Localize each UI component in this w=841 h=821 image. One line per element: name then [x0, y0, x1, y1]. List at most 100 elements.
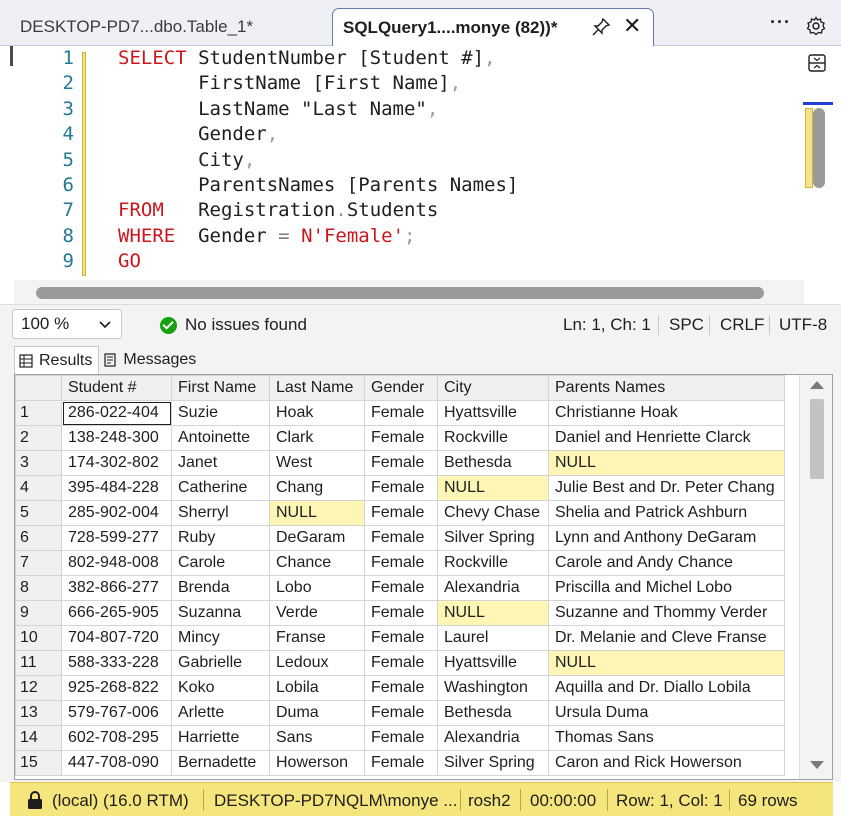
tab-results[interactable]: Results	[14, 346, 100, 374]
table-cell[interactable]: Arlette	[171, 700, 270, 726]
table-row[interactable]: 10 704-807-720 Mincy Franse Female Laurel Dr. …	[15, 625, 785, 651]
table-cell[interactable]: Female	[364, 500, 438, 526]
table-cell[interactable]: Bethesda	[437, 450, 549, 476]
code-line[interactable]: FirstName [First Name],	[118, 71, 461, 96]
table-cell[interactable]: Chang	[269, 475, 365, 501]
table-cell[interactable]: 174-302-802	[61, 450, 172, 476]
row-number[interactable]: 6	[15, 525, 62, 551]
tab-messages[interactable]: Messages	[99, 346, 202, 374]
table-cell[interactable]: Rockville	[437, 550, 549, 576]
table-cell[interactable]: 447-708-090	[61, 750, 172, 776]
table-cell[interactable]: Chance	[269, 550, 365, 576]
close-tab-icon[interactable]: ✕	[623, 15, 641, 37]
column-header[interactable]: First Name	[171, 375, 270, 401]
row-number[interactable]: 5	[15, 500, 62, 526]
code-line[interactable]: City,	[118, 148, 255, 173]
table-cell[interactable]: Female	[364, 400, 438, 426]
table-cell[interactable]: Sherryl	[171, 500, 270, 526]
table-cell[interactable]: Washington	[437, 675, 549, 701]
table-row[interactable]: 15 447-708-090 Bernadette Howerson Female Sil…	[15, 750, 785, 776]
table-cell[interactable]: Female	[364, 625, 438, 651]
table-cell[interactable]: Laurel	[437, 625, 549, 651]
table-cell[interactable]: 588-333-228	[61, 650, 172, 676]
table-cell[interactable]: Thomas Sans	[548, 725, 785, 751]
table-row[interactable]: 1 286-022-404 Suzie Hoak Female Hyattsville Ch…	[15, 400, 785, 426]
table-cell[interactable]: Ursula Duma	[548, 700, 785, 726]
table-cell[interactable]: Female	[364, 650, 438, 676]
editor-horizontal-scrollbar[interactable]	[14, 280, 804, 304]
scroll-down-icon[interactable]	[810, 761, 824, 769]
row-number[interactable]: 12	[15, 675, 62, 701]
table-row[interactable]: 6 728-599-277 Ruby DeGaram Female Silver Spri…	[15, 525, 785, 551]
table-cell[interactable]: Antoinette	[171, 425, 270, 451]
table-cell[interactable]: Lobila	[269, 675, 365, 701]
table-row[interactable]: 7 802-948-008 Carole Chance Female Rockville C…	[15, 550, 785, 576]
row-number[interactable]: 4	[15, 475, 62, 501]
table-cell[interactable]: 579-767-006	[61, 700, 172, 726]
table-row[interactable]: 2 138-248-300 Antoinette Clark Female Rockvil…	[15, 425, 785, 451]
table-cell[interactable]: 138-248-300	[61, 425, 172, 451]
code-line[interactable]: Gender,	[118, 122, 278, 147]
table-cell[interactable]: Female	[364, 525, 438, 551]
split-editor-icon[interactable]	[806, 52, 828, 74]
whitespace-mode[interactable]: SPC	[669, 315, 704, 335]
cursor-position[interactable]: Ln: 1, Ch: 1	[563, 315, 651, 335]
results-table[interactable]: Student # First Name Last Name Gender City Pa…	[15, 375, 785, 776]
row-number[interactable]: 8	[15, 575, 62, 601]
table-cell[interactable]: Female	[364, 575, 438, 601]
table-cell[interactable]: Silver Spring	[437, 525, 549, 551]
table-cell[interactable]: Sans	[269, 725, 365, 751]
table-cell[interactable]: 286-022-404	[61, 400, 172, 426]
column-header[interactable]: Gender	[364, 375, 438, 401]
table-cell[interactable]: Suzanna	[171, 600, 270, 626]
table-cell[interactable]: 925-268-822	[61, 675, 172, 701]
table-cell[interactable]: Suzie	[171, 400, 270, 426]
results-grid[interactable]: Student # First Name Last Name Gender City Pa…	[14, 374, 833, 780]
table-cell[interactable]: Catherine	[171, 475, 270, 501]
row-number[interactable]: 15	[15, 750, 62, 776]
table-cell[interactable]: Brenda	[171, 575, 270, 601]
code-line[interactable]: ParentsNames [Parents Names]	[118, 173, 518, 198]
table-cell[interactable]: Bethesda	[437, 700, 549, 726]
table-cell[interactable]: Lynn and Anthony DeGaram	[548, 525, 785, 551]
line-ending[interactable]: CRLF	[720, 315, 764, 335]
table-cell[interactable]: Female	[364, 425, 438, 451]
table-row[interactable]: 3 174-302-802 Janet West Female Bethesda NULL	[15, 450, 785, 476]
table-row[interactable]: 13 579-767-006 Arlette Duma Female Bethesda Ur…	[15, 700, 785, 726]
table-cell[interactable]: Dr. Melanie and Cleve Franse	[548, 625, 785, 651]
table-row[interactable]: 14 602-708-295 Harriette Sans Female Alexandr…	[15, 725, 785, 751]
scrollbar-thumb[interactable]	[36, 287, 764, 299]
table-cell[interactable]: NULL	[437, 475, 549, 501]
table-cell[interactable]: Hyattsville	[437, 650, 549, 676]
table-cell[interactable]: NULL	[548, 650, 785, 676]
zoom-dropdown[interactable]: 100 %	[12, 309, 122, 339]
table-cell[interactable]: Bernadette	[171, 750, 270, 776]
table-cell[interactable]: Janet	[171, 450, 270, 476]
table-cell[interactable]: Alexandria	[437, 575, 549, 601]
code-line[interactable]: LastName "Last Name",	[118, 97, 438, 122]
table-cell[interactable]: Suzanne and Thommy Verder	[548, 600, 785, 626]
table-cell[interactable]: Shelia and Patrick Ashburn	[548, 500, 785, 526]
table-cell[interactable]: Female	[364, 750, 438, 776]
table-cell[interactable]: Carole and Andy Chance	[548, 550, 785, 576]
table-cell[interactable]: Aquilla and Dr. Diallo Lobila	[548, 675, 785, 701]
column-header[interactable]: Last Name	[269, 375, 365, 401]
pin-icon[interactable]	[591, 17, 611, 37]
table-cell[interactable]: 602-708-295	[61, 725, 172, 751]
table-cell[interactable]: Alexandria	[437, 725, 549, 751]
table-cell[interactable]: Female	[364, 450, 438, 476]
table-cell[interactable]: Female	[364, 550, 438, 576]
table-cell[interactable]: Priscilla and Michel Lobo	[548, 575, 785, 601]
table-cell[interactable]: 728-599-277	[61, 525, 172, 551]
table-cell[interactable]: Female	[364, 475, 438, 501]
table-cell[interactable]: Ruby	[171, 525, 270, 551]
row-number[interactable]: 1	[15, 400, 62, 426]
table-cell[interactable]: 666-265-905	[61, 600, 172, 626]
row-number[interactable]: 14	[15, 725, 62, 751]
results-vertical-scrollbar[interactable]	[799, 375, 832, 779]
row-number[interactable]: 10	[15, 625, 62, 651]
table-cell[interactable]: Harriette	[171, 725, 270, 751]
table-cell[interactable]: Howerson	[269, 750, 365, 776]
table-cell[interactable]: Hyattsville	[437, 400, 549, 426]
code-line[interactable]: WHERE Gender = N'Female';	[118, 224, 415, 249]
